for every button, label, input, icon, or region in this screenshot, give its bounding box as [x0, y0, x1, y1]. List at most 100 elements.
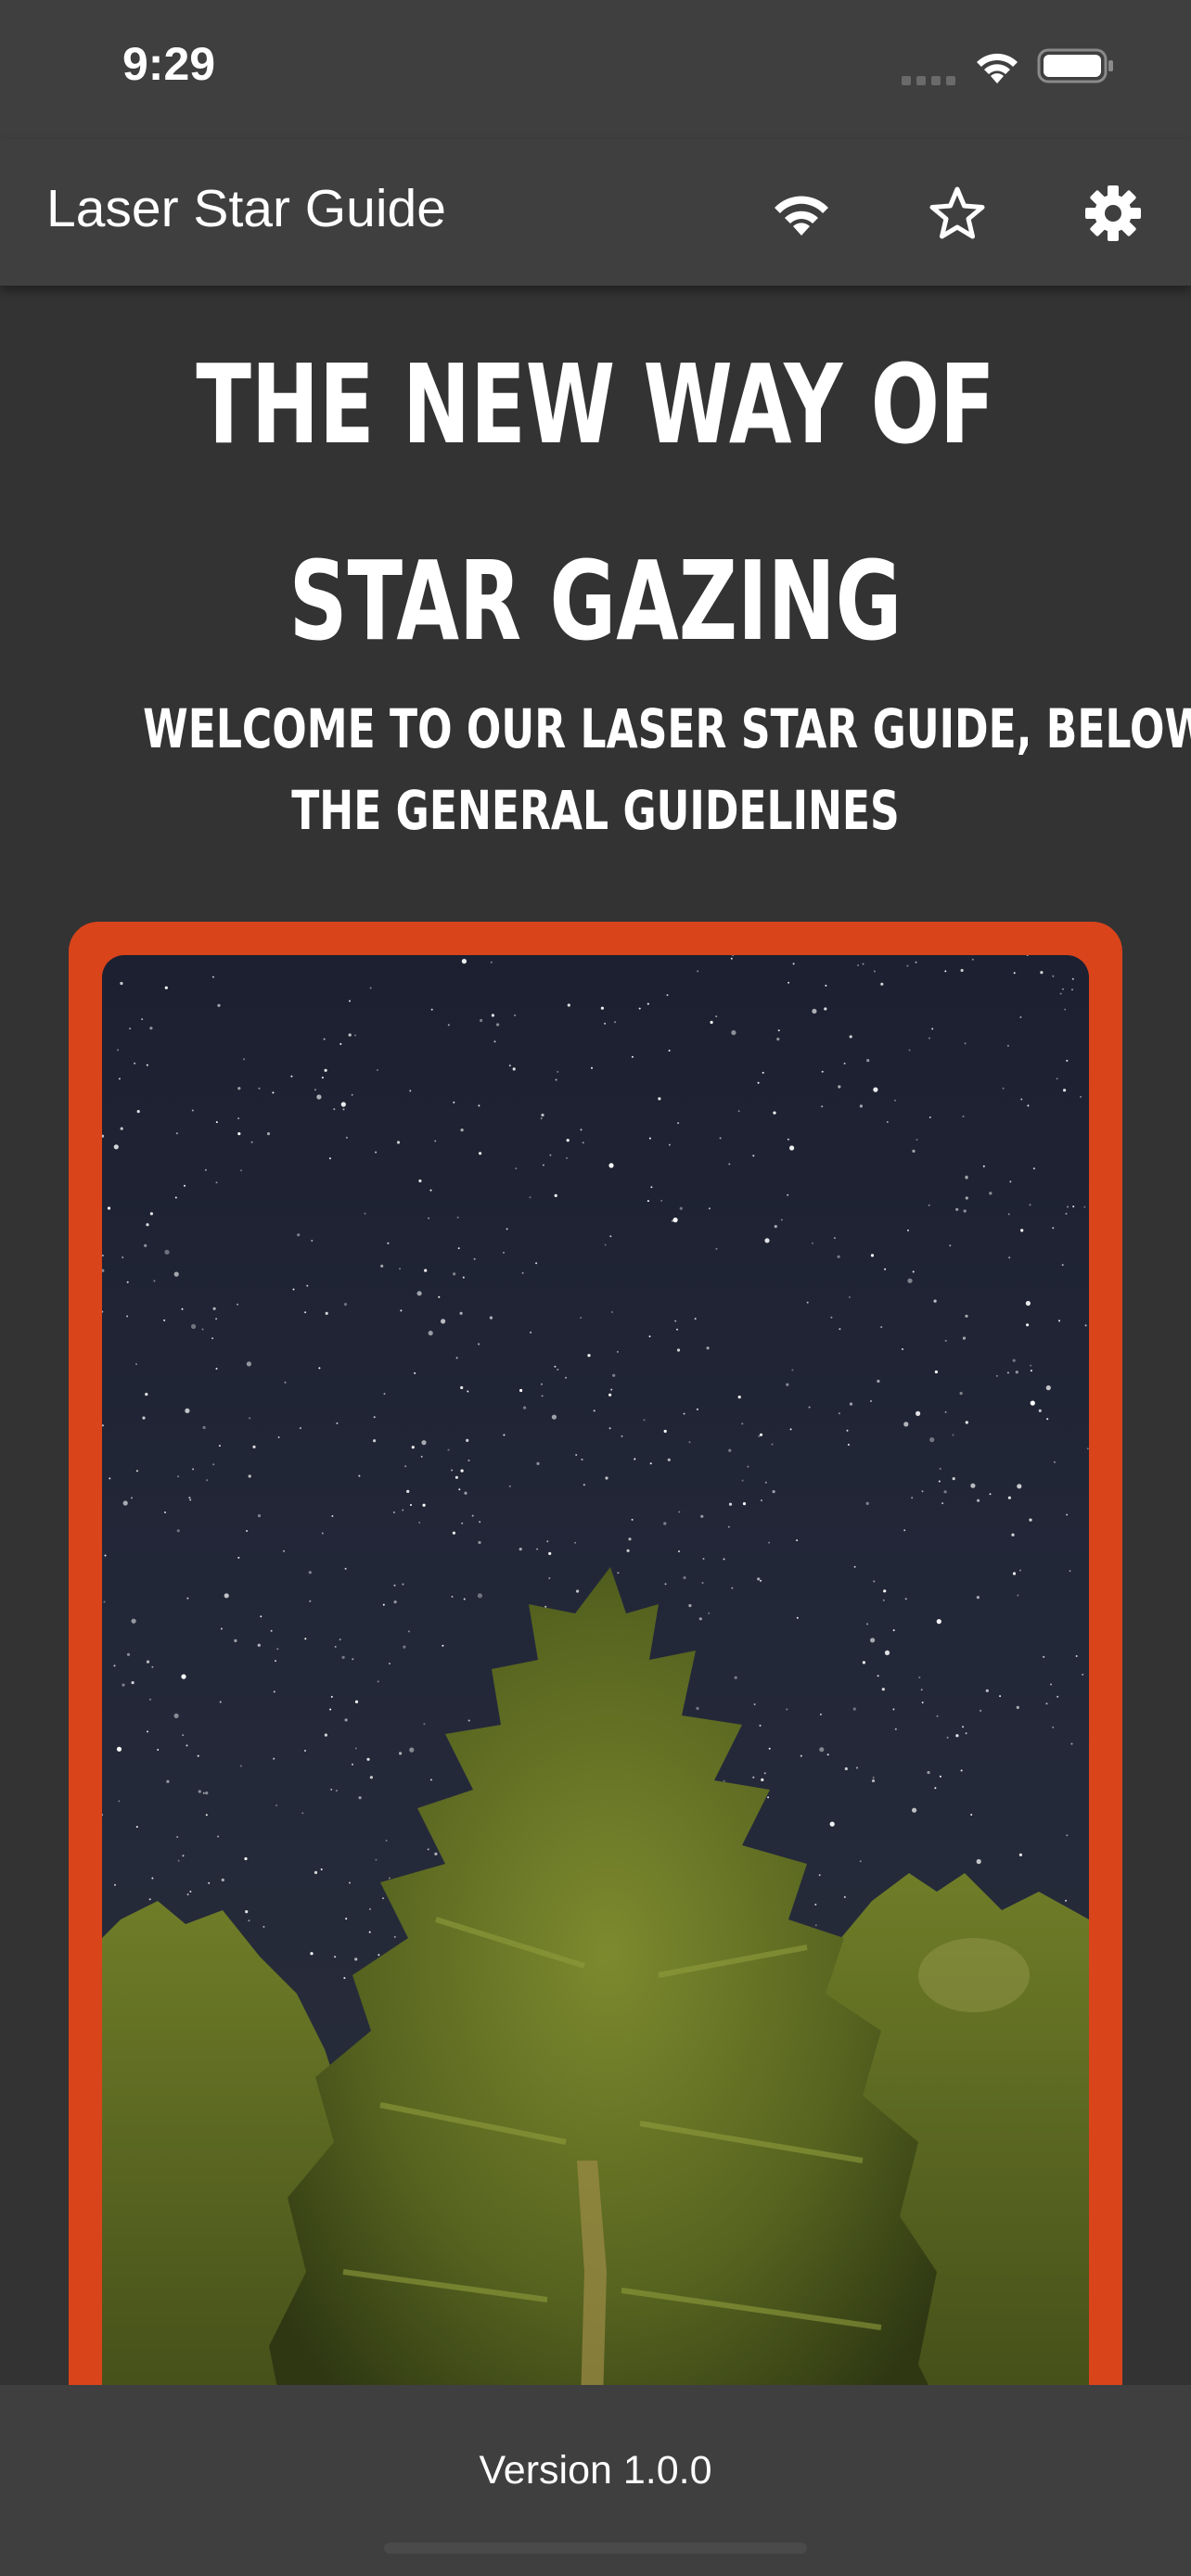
star-dot: [273, 1757, 275, 1760]
star-dot: [944, 970, 947, 973]
home-indicator[interactable]: [384, 2543, 807, 2554]
star-dot: [814, 1903, 817, 1906]
star-dot: [664, 1583, 667, 1586]
star-dot: [946, 1736, 949, 1739]
star-dot: [409, 1090, 412, 1092]
star-dot: [700, 1514, 704, 1518]
star-dot: [715, 1015, 718, 1018]
star-dot: [933, 1299, 937, 1303]
star-dot: [343, 1977, 346, 1980]
star-dot: [694, 1318, 697, 1320]
star-dot: [768, 1747, 771, 1750]
star-dot: [1012, 1358, 1016, 1362]
star-dot: [206, 1479, 209, 1482]
star-dot: [826, 1753, 829, 1756]
star-dot: [330, 1788, 333, 1791]
star-dot: [519, 1548, 522, 1551]
star-dot: [576, 1589, 580, 1593]
star-dot: [201, 1328, 204, 1331]
star-dot: [787, 1193, 789, 1196]
star-dot: [147, 1730, 148, 1733]
star-dot: [118, 1078, 121, 1080]
star-dot: [1011, 1533, 1015, 1537]
star-dot: [197, 1754, 199, 1757]
star-dot: [102, 1814, 103, 1817]
star-dot: [310, 1952, 314, 1956]
star-dot: [392, 1511, 395, 1513]
star-dot: [349, 1881, 351, 1884]
star-dot: [608, 1427, 611, 1430]
star-dot: [882, 1599, 885, 1601]
settings-button[interactable]: [1067, 167, 1159, 260]
star-dot: [376, 1069, 378, 1071]
star-dot: [184, 1184, 186, 1187]
star-dot: [780, 1218, 783, 1221]
star-dot: [304, 1311, 307, 1314]
star-dot: [428, 1331, 433, 1336]
star-dot: [1052, 975, 1055, 977]
star-dot: [458, 1488, 461, 1491]
star-dot: [565, 1376, 567, 1379]
star-dot: [741, 1422, 744, 1425]
footer: Version 1.0.0: [0, 2385, 1191, 2576]
star-dot: [727, 1525, 730, 1528]
star-dot: [616, 1350, 619, 1353]
star-dot: [192, 1468, 195, 1471]
star-dot: [120, 1127, 123, 1130]
star-dot: [245, 1910, 249, 1914]
star-dot: [536, 1461, 540, 1465]
star-dot: [540, 1117, 543, 1120]
star-dot: [1030, 1364, 1032, 1367]
star-dot: [638, 1007, 641, 1010]
star-dot: [806, 1301, 809, 1304]
star-dot: [1045, 1702, 1048, 1705]
star-dot: [1070, 1742, 1073, 1745]
star-dot: [323, 1038, 326, 1040]
wifi-button[interactable]: [755, 167, 848, 260]
star-dot: [284, 1381, 287, 1384]
star-dot: [1020, 1229, 1024, 1232]
star-dot: [455, 1475, 458, 1479]
star-dot: [177, 1475, 180, 1478]
star-dot: [1071, 988, 1073, 991]
star-dot: [848, 1295, 851, 1298]
status-bar: 9:29: [0, 0, 1191, 139]
star-dot: [299, 1427, 301, 1430]
star-dot: [460, 1129, 464, 1132]
star-dot: [821, 1070, 824, 1073]
star-dot: [1019, 1016, 1022, 1018]
star-dot: [273, 1690, 275, 1693]
star-dot: [583, 1484, 585, 1486]
star-dot: [710, 1020, 713, 1025]
favorite-button[interactable]: [911, 167, 1004, 260]
star-dot: [674, 1320, 677, 1322]
star-dot: [880, 982, 884, 986]
star-dot: [373, 1416, 376, 1419]
star-dot: [309, 1600, 312, 1602]
star-dot: [471, 1514, 474, 1517]
star-dot: [244, 1856, 248, 1861]
star-dot: [965, 1314, 968, 1318]
star-dot: [843, 1062, 846, 1065]
star-dot: [808, 1406, 811, 1409]
star-dot: [862, 1661, 866, 1664]
star-dot: [1012, 1572, 1017, 1575]
star-dot: [965, 1196, 968, 1200]
star-dot: [883, 1589, 887, 1593]
star-dot: [237, 1087, 241, 1090]
star-dot: [1052, 1726, 1055, 1728]
star-dot: [825, 984, 827, 987]
star-dot: [189, 1890, 192, 1893]
star-dot: [224, 1593, 229, 1599]
star-dot: [1030, 1400, 1035, 1406]
star-dot: [503, 1434, 506, 1436]
star-dot: [1002, 1087, 1005, 1090]
star-dot: [1032, 1167, 1035, 1170]
app-bar: Laser Star Guide: [0, 139, 1191, 286]
star-dot: [989, 1192, 992, 1195]
star-dot: [508, 1485, 511, 1487]
star-dot: [447, 1448, 450, 1451]
star-dot: [734, 1676, 737, 1679]
star-dot: [962, 1116, 965, 1117]
star-dot: [478, 1343, 480, 1345]
